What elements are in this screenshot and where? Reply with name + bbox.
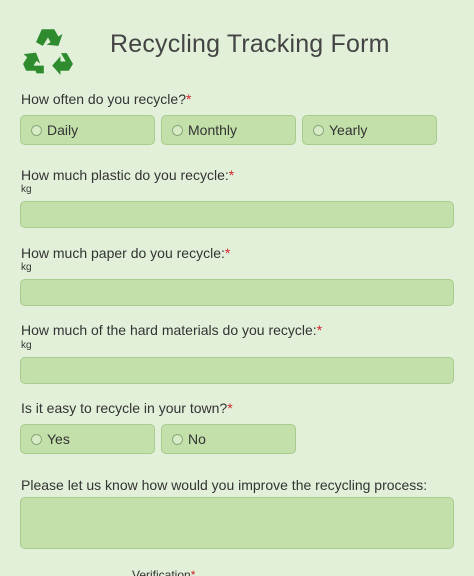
hard-materials-input[interactable] xyxy=(20,357,454,384)
required-mark: * xyxy=(185,91,192,107)
radio-circle-icon xyxy=(313,125,324,136)
question-improve-process: Please let us know how would you improve… xyxy=(21,477,427,493)
question-label: Is it easy to recycle in your town? xyxy=(21,400,228,416)
unit-label: kg xyxy=(21,340,32,351)
question-recycle-frequency: How often do you recycle?* xyxy=(21,91,191,107)
verification-label: Verification* xyxy=(132,568,195,576)
question-label: How much of the hard materials do you re… xyxy=(21,322,317,338)
radio-no[interactable]: No xyxy=(161,424,296,454)
required-mark: * xyxy=(190,568,196,576)
question-hard-materials: How much of the hard materials do you re… xyxy=(21,322,322,338)
required-mark: * xyxy=(316,322,323,338)
required-mark: * xyxy=(224,245,231,261)
recycle-icon xyxy=(23,29,73,75)
plastic-input[interactable] xyxy=(20,201,454,228)
form-title: Recycling Tracking Form xyxy=(110,30,390,58)
improvement-textarea[interactable] xyxy=(20,497,454,549)
radio-label: Daily xyxy=(47,122,79,138)
form-header: Recycling Tracking Form xyxy=(0,0,474,90)
radio-yearly[interactable]: Yearly xyxy=(302,115,437,145)
required-mark: * xyxy=(227,400,233,416)
unit-label: kg xyxy=(21,184,32,195)
question-label: Please let us know how would you improve… xyxy=(21,477,428,493)
required-mark: * xyxy=(228,167,235,183)
question-easy-to-recycle: Is it easy to recycle in your town?* xyxy=(21,400,233,416)
question-label: How much plastic do you recycle: xyxy=(21,167,229,183)
question-paper: How much paper do you recycle:* xyxy=(21,245,230,261)
question-label: How much paper do you recycle: xyxy=(21,245,225,261)
radio-label: No xyxy=(188,431,206,447)
radio-circle-icon xyxy=(172,125,183,136)
paper-input[interactable] xyxy=(20,279,454,306)
question-label: Verification xyxy=(132,568,191,576)
radio-label: Yes xyxy=(47,431,70,447)
radio-circle-icon xyxy=(31,434,42,445)
radio-label: Monthly xyxy=(188,122,238,138)
radio-monthly[interactable]: Monthly xyxy=(161,115,296,145)
question-plastic: How much plastic do you recycle:* xyxy=(21,167,234,183)
radio-daily[interactable]: Daily xyxy=(20,115,155,145)
radio-label: Yearly xyxy=(329,122,368,138)
question-label: How often do you recycle? xyxy=(21,91,186,107)
radio-circle-icon xyxy=(31,125,42,136)
radio-yes[interactable]: Yes xyxy=(20,424,155,454)
radio-circle-icon xyxy=(172,434,183,445)
unit-label: kg xyxy=(21,262,32,273)
